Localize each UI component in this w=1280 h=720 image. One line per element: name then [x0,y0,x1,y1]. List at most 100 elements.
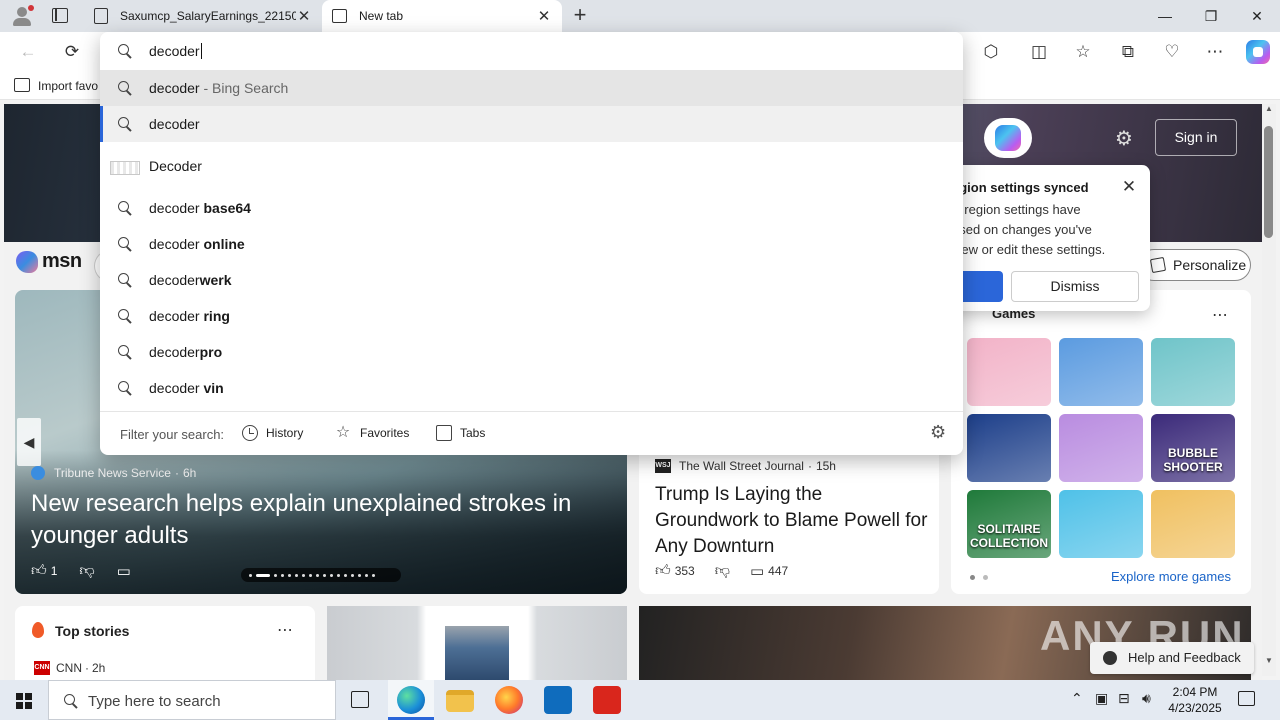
hero-story-title[interactable]: New research helps explain unexplained s… [31,488,611,552]
windows-start-icon[interactable] [16,693,32,709]
clock-date: 4/23/2025 [1168,701,1222,715]
help-and-feedback-button[interactable]: Help and Feedback [1090,642,1254,674]
tray-chevron-icon[interactable]: ⌃ [1071,690,1083,707]
suggestion-item[interactable]: decoder [100,106,963,142]
document-icon [94,8,108,24]
suggestion-text: decoder vin [149,380,224,396]
task-view-icon[interactable] [351,691,369,708]
scroll-down-arrow-icon[interactable]: ▼ [1264,656,1274,665]
explore-more-games-link[interactable]: Explore more games [1111,569,1231,584]
tray-device-icon[interactable]: ▣ [1095,690,1108,707]
thumbs-up-icon[interactable]: 👍︎ [31,562,47,580]
suggestion-item[interactable]: decoder base64 [100,190,963,226]
carousel-prev-button[interactable]: ◀ [17,418,41,466]
tab-close-icon[interactable]: ✕ [296,7,312,25]
thumbs-down-icon[interactable]: 👎︎ [715,562,730,580]
more-options-icon[interactable]: ⋯ [1203,40,1227,64]
wsj-story-title[interactable]: Trump Is Laying the Groundwork to Blame … [655,482,930,560]
notifications-icon[interactable] [1238,691,1255,706]
taskbar-search-box[interactable]: Type here to search [48,680,336,720]
top-stories-title[interactable]: Top stories [55,623,129,639]
favorites-star-icon[interactable]: ☆ [1071,40,1095,64]
suggestion-item[interactable]: decoder ring [100,298,963,334]
extensions-icon[interactable]: ⬡ [979,40,1003,64]
copilot-icon[interactable] [1246,40,1270,64]
import-favorites-link[interactable]: Import favo [38,79,98,93]
suggestion-text: decoder base64 [149,200,251,216]
close-window-button[interactable]: ✕ [1234,4,1280,28]
suggestion-text: decoder online [149,236,245,252]
page-settings-gear-icon[interactable]: ⚙ [1115,126,1133,151]
address-bar-input[interactable]: decoder [100,32,963,70]
toast-close-icon[interactable]: ✕ [1120,177,1138,197]
suggestion-item[interactable]: Decoder [100,148,963,184]
address-bar-dropdown: decoder decoder - Bing Search decoder Deco… [100,32,963,455]
game-tile[interactable] [1151,490,1235,558]
maximize-button[interactable]: ❐ [1188,4,1234,28]
fire-icon [32,622,44,638]
games-more-icon[interactable]: ⋯ [1212,305,1229,325]
msn-logo-text: msn [42,250,82,272]
game-tile[interactable] [967,414,1051,482]
thumbs-up-icon[interactable]: 👍︎ [655,562,671,580]
suggestion-item[interactable]: decoder online [100,226,963,262]
game-tile[interactable] [1059,414,1143,482]
tab-new-tab[interactable]: New tab ✕ [322,0,562,32]
acrobat-reader-icon[interactable] [593,686,621,714]
game-tile[interactable]: BUBBLE SHOOTER [1151,414,1235,482]
file-explorer-icon[interactable] [446,690,474,712]
refresh-icon[interactable]: ⟳ [60,40,84,64]
browser-essentials-icon[interactable]: ♡ [1160,40,1184,64]
suggestion-text: decoderpro [149,344,223,360]
taskbar-clock[interactable]: 2:04 PM 4/23/2025 [1164,684,1226,716]
tab-close-icon[interactable]: ✕ [536,7,552,25]
scrollbar-thumb[interactable] [1264,126,1273,238]
carousel-indicator[interactable] [241,568,401,582]
pencil-icon [1149,256,1167,274]
game-tile[interactable]: SOLITAIRE COLLECTION [967,490,1051,558]
tab-actions-icon[interactable] [52,8,68,23]
new-tab-button[interactable]: + [568,4,592,26]
comment-icon[interactable]: ▭ [750,562,764,580]
copilot-button[interactable] [984,118,1032,158]
tab-salary-earnings[interactable]: Saxumcp_SalaryEarnings_221505 ✕ [84,0,322,32]
sign-in-button[interactable]: Sign in [1155,119,1237,156]
search-settings-gear-icon[interactable]: ⚙ [930,422,946,443]
filter-label: Filter your search: [120,427,225,442]
game-tile[interactable] [1059,490,1143,558]
game-tile[interactable] [967,338,1051,406]
split-screen-icon[interactable]: ◫ [1027,40,1051,64]
game-tile[interactable] [1151,338,1235,406]
site-thumbnail-icon [110,161,140,175]
suggestion-item[interactable]: decoder vin [100,370,963,406]
search-icon [118,81,132,95]
comment-icon[interactable]: ▭ [117,562,131,580]
fashion-story-image[interactable] [327,606,627,680]
wsj-story-actions: 👍︎ 353 👎︎ ▭ 447 [655,562,788,580]
back-arrow-icon[interactable]: ← [16,40,40,64]
network-icon[interactable]: ⊟ [1118,690,1130,707]
scroll-up-arrow-icon[interactable]: ▲ [1264,104,1274,113]
star-icon: ☆ [335,424,351,441]
toast-dismiss-button[interactable]: Dismiss [1011,271,1139,302]
profile-avatar-icon[interactable] [10,5,34,27]
edge-browser-icon[interactable] [397,686,425,714]
filter-history-button[interactable]: History [242,425,303,441]
filter-tabs-button[interactable]: Tabs [436,425,485,441]
games-pager[interactable] [970,575,988,580]
filter-history-label: History [266,426,304,440]
suggestion-item[interactable]: decoderwerk [100,262,963,298]
suggestion-item[interactable]: decoderpro [100,334,963,370]
game-tile[interactable] [1059,338,1143,406]
msn-logo[interactable]: msn [16,250,82,273]
filter-favorites-button[interactable]: ☆ Favorites [334,424,410,441]
minimize-button[interactable]: — [1142,4,1188,28]
volume-icon[interactable]: 🔊︎ [1142,690,1151,707]
collections-icon[interactable]: ⧉ [1116,40,1140,64]
firefox-icon[interactable] [495,686,523,714]
top-stories-more-icon[interactable]: ⋯ [277,620,293,640]
suggestion-item[interactable]: decoder - Bing Search [100,70,963,106]
thumbs-down-icon[interactable]: 👎︎ [79,562,94,580]
personalize-button[interactable]: Personalize [1138,249,1251,281]
outlook-icon[interactable] [544,686,572,714]
